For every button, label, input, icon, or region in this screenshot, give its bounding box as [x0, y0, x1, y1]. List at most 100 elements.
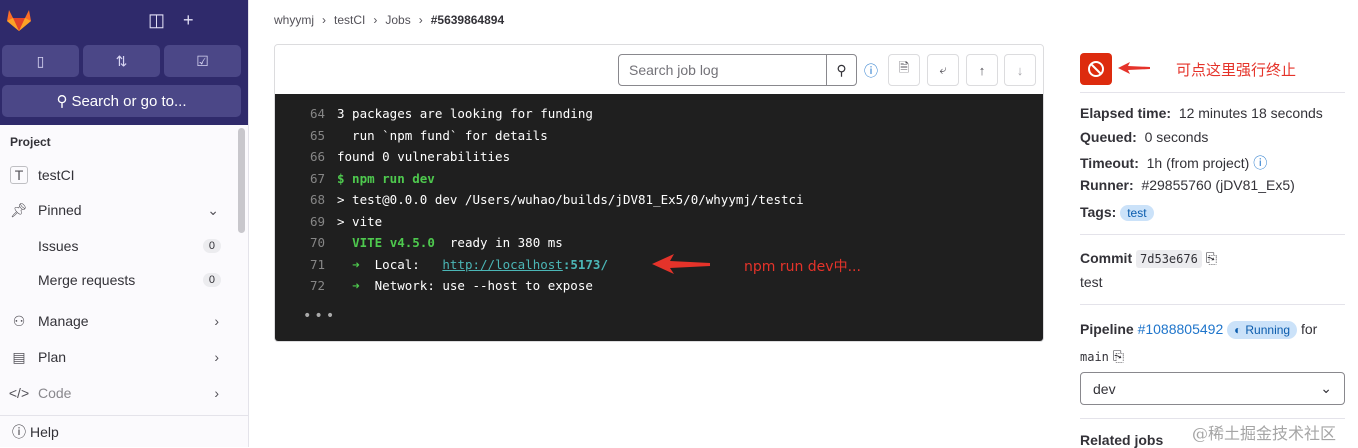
search-button[interactable]: ⚲ Search or go to...	[2, 85, 241, 117]
arrow-down-icon: ↓	[1016, 62, 1024, 78]
stage-select[interactable]: dev ⌄	[1080, 372, 1345, 405]
todo-icon: ☑	[196, 52, 209, 69]
separator: ›	[418, 13, 423, 27]
sidebar-item-code[interactable]: </> Code ›	[0, 378, 235, 408]
chevron-right-icon: ›	[214, 313, 219, 329]
project-name: testCI	[38, 167, 75, 183]
annotation-text: 可点这里强行终止	[1176, 61, 1297, 79]
log-toolbar: Search job log ⚲ ⓘ 🗎︎ ⤶ ↑ ↓	[275, 45, 1043, 94]
copy-icon[interactable]: ⎘	[1113, 348, 1124, 364]
log-link[interactable]: http://localhost	[442, 257, 562, 272]
cancel-job-button[interactable]	[1080, 53, 1112, 85]
code-icon: </>	[8, 385, 30, 401]
line-number[interactable]: 67	[275, 171, 337, 193]
label: Manage	[38, 313, 89, 329]
help-icon[interactable]: ⓘ	[864, 61, 878, 81]
sidebar-item-manage[interactable]: ⚇ Manage ›	[0, 306, 235, 336]
breadcrumb-item[interactable]: Jobs	[385, 13, 410, 27]
job-log: Search job log ⚲ ⓘ 🗎︎ ⤶ ↑ ↓ 64 3 packages …	[274, 44, 1044, 342]
sidebar: ◫ + ▯ ⇅ ☑ ⚲ Search or go to... Project Tt…	[0, 0, 249, 447]
commit-sha[interactable]: 7d53e676	[1136, 250, 1202, 268]
issues-button[interactable]: ▯	[2, 45, 79, 77]
arrow-up-icon: ↑	[978, 62, 986, 78]
branch-name[interactable]: main	[1080, 350, 1109, 364]
line-text: > vite	[337, 214, 382, 236]
divider	[1080, 418, 1345, 419]
divider	[1080, 234, 1345, 235]
line-text: 3 packages are looking for funding	[337, 106, 593, 128]
log-segment: ➜	[352, 256, 360, 272]
line-number[interactable]: 71	[275, 257, 337, 279]
value: 12 minutes 18 seconds	[1178, 105, 1323, 121]
raw-file-icon: 🗎︎	[898, 60, 910, 75]
line-number[interactable]: 66	[275, 149, 337, 171]
watermark: @稀土掘金技术社区	[1192, 424, 1337, 443]
loading-dots: •••	[303, 308, 338, 324]
pipeline-link[interactable]: #1088805492	[1138, 321, 1224, 337]
running-icon: ◐	[1234, 323, 1242, 337]
sidebar-item-pinned[interactable]: 📌︎ Pinned ⌄	[0, 195, 235, 225]
status-badge[interactable]: ◐ Running	[1227, 321, 1298, 339]
chevron-down-icon: ⌄	[1320, 380, 1332, 396]
merge-requests-button[interactable]: ⇅	[83, 45, 160, 77]
annotation-arrow-icon	[652, 254, 710, 274]
log-segment: $ npm run dev	[337, 170, 435, 186]
log-segment: 3 packages are looking for funding	[337, 106, 593, 121]
line-text: $ npm run dev	[337, 171, 435, 193]
help-label: Help	[30, 423, 59, 440]
log-segment: :5173/	[562, 256, 608, 272]
line-number[interactable]: 65	[275, 128, 337, 150]
line-number[interactable]: 70	[275, 235, 337, 257]
divider	[1080, 304, 1345, 305]
chevron-right-icon: ›	[214, 385, 219, 401]
line-text: ➜ Local: http://localhost:5173/	[337, 257, 608, 279]
selected-stage: dev	[1093, 380, 1116, 397]
help-icon[interactable]: ⓘ	[1253, 155, 1267, 171]
scroll-to-top-button[interactable]: ↑	[966, 54, 998, 86]
queued: Queued: 0 seconds	[1080, 129, 1208, 145]
log-line: 67 $ npm run dev	[275, 171, 1043, 193]
sidebar-toggle-icon[interactable]: ◫	[148, 10, 165, 31]
project-avatar: T	[0, 166, 38, 184]
wrap-lines-button[interactable]: ⤶	[927, 54, 959, 86]
cancel-icon	[1088, 61, 1104, 77]
count-badge: 0	[202, 239, 221, 253]
plus-icon[interactable]: +	[183, 10, 194, 31]
users-icon: ⚇	[12, 312, 26, 329]
annotation-text: npm run dev中...	[744, 259, 861, 275]
value: #29855760 (jDV81_Ex5)	[1141, 177, 1295, 193]
for-text: for	[1300, 321, 1318, 337]
sidebar-item-plan[interactable]: ▤ Plan ›	[0, 342, 235, 372]
gitlab-logo-icon[interactable]	[6, 8, 32, 32]
annotation-arrow-icon	[1118, 62, 1150, 74]
label: Issues	[38, 238, 79, 254]
sidebar-item-issues[interactable]: Issues 0	[0, 231, 235, 261]
line-number[interactable]: 69	[275, 214, 337, 236]
breadcrumb-item[interactable]: whyymj	[274, 13, 314, 27]
help-button[interactable]: ⓘ Help	[0, 415, 249, 447]
label: Timeout:	[1080, 155, 1139, 171]
log-line: 65 run `npm fund` for details	[275, 128, 1043, 150]
log-segment: ➜	[352, 278, 360, 293]
show-raw-button[interactable]: 🗎︎	[888, 54, 920, 86]
sidebar-item-merge-requests[interactable]: Merge requests 0	[0, 265, 235, 295]
search-icon[interactable]: ⚲	[826, 55, 856, 85]
project-link[interactable]: TtestCI	[0, 160, 235, 190]
breadcrumb-item[interactable]: testCI	[334, 13, 365, 27]
line-text: VITE v4.5.0 ready in 380 ms	[337, 235, 563, 257]
scroll-to-bottom-button[interactable]: ↓	[1004, 54, 1036, 86]
line-number[interactable]: 64	[275, 106, 337, 128]
label: Pinned	[38, 202, 82, 218]
log-segment	[337, 235, 352, 250]
label: Plan	[38, 349, 67, 365]
sidebar-scrollbar[interactable]	[238, 128, 245, 233]
breadcrumb-current[interactable]: #5639864894	[431, 13, 504, 27]
todo-button[interactable]: ☑	[164, 45, 241, 77]
line-number[interactable]: 68	[275, 192, 337, 214]
copy-icon[interactable]: ⎘	[1206, 250, 1217, 266]
log-output: 64 3 packages are looking for funding 65 r…	[275, 94, 1043, 341]
line-number[interactable]: 72	[275, 278, 337, 300]
search-job-log-input[interactable]: Search job log ⚲	[618, 54, 857, 86]
line-text: > test@0.0.0 dev /Users/wuhao/builds/jDV…	[337, 192, 804, 214]
log-line: 64 3 packages are looking for funding	[275, 106, 1043, 128]
